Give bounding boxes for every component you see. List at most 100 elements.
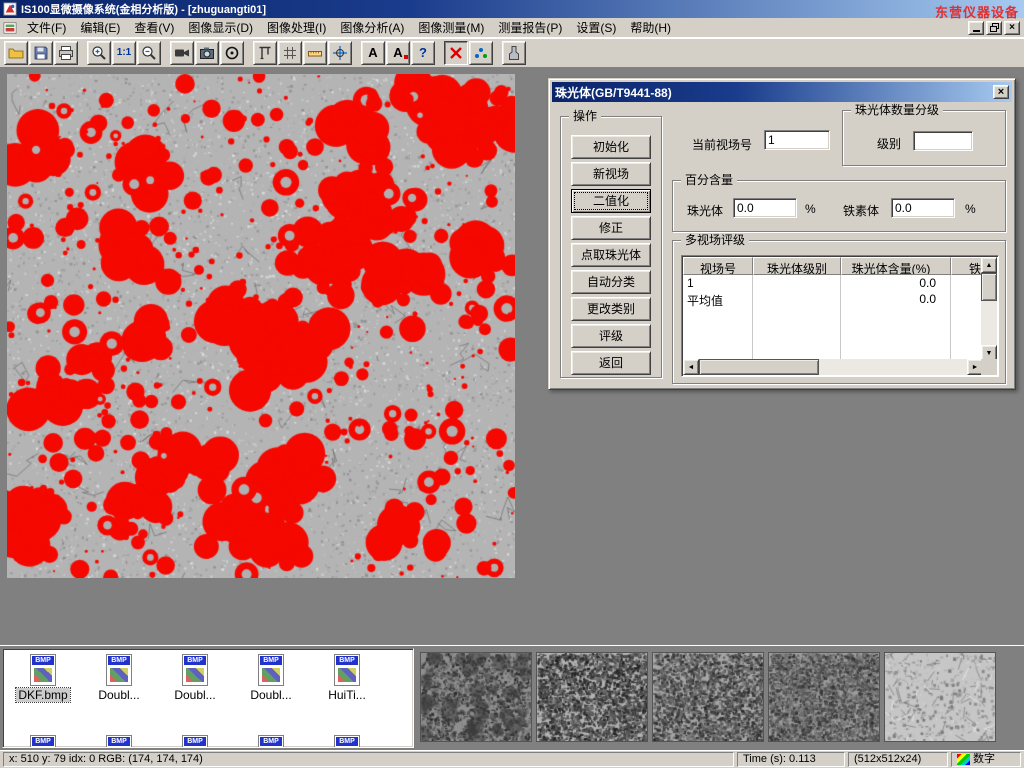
file-name[interactable]: Doubl... [96, 688, 141, 702]
file-item[interactable]: BMP Doubl... [235, 654, 307, 702]
cell-grade [753, 291, 841, 307]
bmp-badge: BMP [32, 737, 54, 746]
print-button[interactable] [54, 41, 78, 65]
child-close-button[interactable]: × [1004, 21, 1020, 35]
scroll-left-icon[interactable]: ◄ [683, 359, 699, 375]
font-style-button[interactable]: A [386, 41, 410, 65]
file-item[interactable]: BMP [83, 735, 155, 748]
percent-group-label: 百分含量 [681, 173, 737, 187]
file-name[interactable]: Doubl... [172, 688, 217, 702]
camera-icon [199, 45, 215, 61]
cross-grid-button[interactable] [328, 41, 352, 65]
init-button[interactable]: 初始化 [571, 135, 651, 159]
file-item[interactable]: BMP [311, 735, 383, 748]
auto-classify-button[interactable]: 自动分类 [571, 270, 651, 294]
actual-size-button[interactable]: 1:1 [112, 41, 136, 65]
child-minimize-button[interactable] [968, 21, 984, 35]
aperture-button[interactable] [220, 41, 244, 65]
menu-image-measure[interactable]: 图像测量(M) [411, 17, 491, 38]
point-pick-button[interactable] [469, 41, 493, 65]
text-annotation-button[interactable]: A [361, 41, 385, 65]
current-field-input[interactable] [764, 130, 830, 150]
menu-edit[interactable]: 编辑(E) [73, 17, 127, 38]
delete-marker-button[interactable] [444, 41, 468, 65]
menu-image-display[interactable]: 图像显示(D) [181, 17, 260, 38]
ferrite-percent-input[interactable] [891, 198, 955, 218]
mdi-workspace: 珠光体(GB/T9441-88) × 操作 初始化 新视场 二值化 修正 点取珠… [0, 68, 1024, 644]
pick-pearlite-button[interactable]: 点取珠光体 [571, 243, 651, 267]
close-icon: × [1009, 23, 1015, 33]
file-name[interactable]: DKF.bmp [16, 688, 69, 702]
vertical-scroll-thumb[interactable] [981, 273, 997, 301]
file-item[interactable]: BMP [7, 735, 79, 748]
cell-field: 平均值 [683, 291, 753, 307]
dialog-close-button[interactable]: × [993, 85, 1009, 99]
bmp-badge: BMP [108, 656, 130, 665]
thumbnail-1[interactable] [420, 652, 532, 742]
col-header-field: 视场号 [683, 257, 753, 275]
file-item[interactable]: BMP Doubl... [159, 654, 231, 702]
thumbnail-4[interactable] [768, 652, 880, 742]
menu-view[interactable]: 查看(V) [127, 17, 181, 38]
grade-input[interactable] [913, 131, 973, 151]
operations-group-label: 操作 [569, 109, 601, 123]
return-button[interactable]: 返回 [571, 351, 651, 375]
thumbnail-3[interactable] [652, 652, 764, 742]
aperture-icon [224, 45, 240, 61]
file-item[interactable]: BMP [235, 735, 307, 748]
camera-button[interactable] [195, 41, 219, 65]
menu-settings[interactable]: 设置(S) [569, 17, 623, 38]
thumbnail-5[interactable] [884, 652, 996, 742]
menu-measure-report[interactable]: 测量报告(P) [491, 17, 569, 38]
help-button[interactable]: ? [411, 41, 435, 65]
open-icon [8, 45, 24, 61]
toolbar-separator [79, 41, 87, 65]
rate-button[interactable]: 评级 [571, 324, 651, 348]
menu-image-analysis[interactable]: 图像分析(A) [333, 17, 411, 38]
title-bar: IS100显微摄像系统(金相分析版) - [zhuguangti01] [0, 0, 1024, 18]
table-row[interactable]: 平均值 0.0 [683, 291, 983, 307]
zoom-out-button[interactable] [137, 41, 161, 65]
delete-red-x-icon [448, 45, 464, 61]
horizontal-scrollbar[interactable]: ◄ ► [683, 359, 983, 375]
file-name[interactable]: Doubl... [248, 688, 293, 702]
menu-image-processing[interactable]: 图像处理(I) [260, 17, 333, 38]
open-button[interactable] [4, 41, 28, 65]
zoom-in-button[interactable] [87, 41, 111, 65]
child-restore-button[interactable] [986, 21, 1002, 35]
file-item[interactable]: BMP HuiTi... [311, 654, 383, 702]
bmp-art [262, 668, 280, 682]
grade-group-label: 珠光体数量分级 [851, 103, 943, 117]
micrometer-button[interactable] [502, 41, 526, 65]
scroll-up-icon[interactable]: ▲ [981, 257, 997, 273]
grade-label: 级别 [877, 135, 901, 152]
correct-button[interactable]: 修正 [571, 216, 651, 240]
grid-measure-button[interactable] [278, 41, 302, 65]
file-item[interactable]: BMP DKF.bmp [7, 654, 79, 702]
image-size-text: (512x512x24) [854, 753, 921, 766]
vertical-scrollbar[interactable]: ▲ ▼ [981, 257, 997, 361]
file-item[interactable]: BMP [159, 735, 231, 748]
cross-grid-icon [332, 45, 348, 61]
save-button[interactable] [29, 41, 53, 65]
table-row[interactable]: 1 0.0 [683, 275, 983, 291]
change-class-button[interactable]: 更改类别 [571, 297, 651, 321]
dialog-title-bar[interactable]: 珠光体(GB/T9441-88) × [552, 82, 1012, 102]
metallographic-image[interactable] [7, 74, 515, 578]
menu-help[interactable]: 帮助(H) [623, 17, 678, 38]
ruler-button[interactable] [303, 41, 327, 65]
video-capture-button[interactable] [170, 41, 194, 65]
cell-ferrite [951, 275, 983, 291]
horizontal-scroll-thumb[interactable] [699, 359, 819, 375]
multi-field-group: 多视场评级 视场号 珠光体级别 珠光体含量(%) 铁素 1 0.0 [672, 240, 1006, 384]
cell-grade [753, 275, 841, 291]
toolbar-separator [436, 41, 444, 65]
file-item[interactable]: BMP Doubl... [83, 654, 155, 702]
binarize-button[interactable]: 二值化 [571, 189, 651, 213]
thumbnail-2[interactable] [536, 652, 648, 742]
pearlite-percent-input[interactable] [733, 198, 797, 218]
menu-file[interactable]: 文件(F) [20, 17, 73, 38]
file-name[interactable]: HuiTi... [326, 688, 368, 702]
new-field-button[interactable]: 新视场 [571, 162, 651, 186]
caliper-button[interactable] [253, 41, 277, 65]
